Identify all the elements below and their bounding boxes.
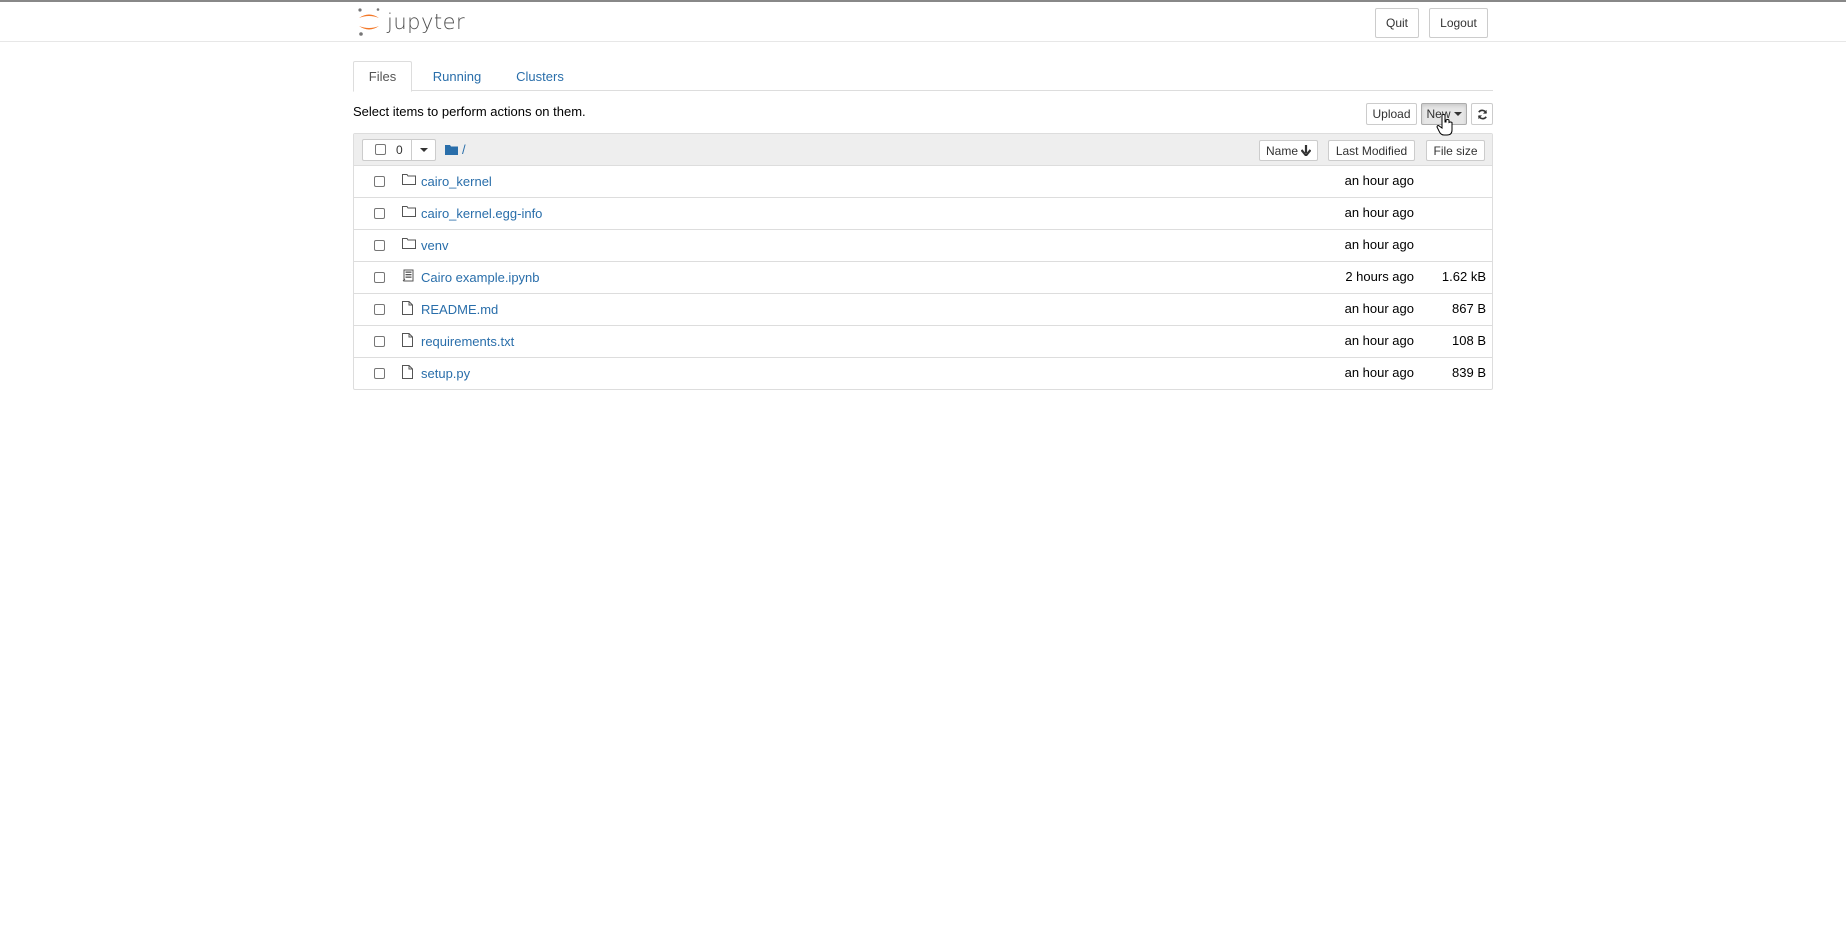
notebook-icon — [402, 269, 416, 283]
tab-clusters[interactable]: Clusters — [502, 61, 578, 91]
last-modified: an hour ago — [1344, 333, 1414, 348]
file-icon — [402, 365, 416, 379]
last-modified: an hour ago — [1344, 173, 1414, 188]
logout-button[interactable]: Logout — [1429, 8, 1488, 38]
sort-name-label: Name — [1265, 143, 1298, 158]
breadcrumb-root[interactable]: / — [462, 142, 466, 157]
file-row[interactable]: Cairo example.ipynb 2 hours ago 1.62 kB — [354, 262, 1492, 294]
caret-down-icon — [1453, 112, 1462, 116]
new-dropdown-button[interactable]: New — [1421, 103, 1467, 125]
file-size: 1.62 kB — [1441, 269, 1486, 284]
file-name-link[interactable]: README.md — [421, 302, 498, 317]
select-all-group: 0 — [362, 139, 436, 161]
file-name-link[interactable]: requirements.txt — [421, 334, 514, 349]
last-modified: an hour ago — [1344, 301, 1414, 316]
file-size: 867 B — [1452, 301, 1486, 316]
tab-bar: Files Running Clusters — [353, 61, 1493, 92]
tab-running[interactable]: Running — [419, 61, 495, 91]
caret-down-icon — [420, 148, 428, 152]
file-name-link[interactable]: cairo_kernel.egg-info — [421, 206, 542, 221]
file-row[interactable]: README.md an hour ago 867 B — [354, 294, 1492, 326]
row-checkbox[interactable] — [374, 336, 385, 347]
folder-icon — [402, 237, 416, 251]
sort-name-button[interactable]: Name — [1259, 140, 1318, 161]
last-modified: an hour ago — [1344, 365, 1414, 380]
file-row[interactable]: requirements.txt an hour ago 108 B — [354, 326, 1492, 358]
file-icon — [402, 333, 416, 347]
sort-modified-button[interactable]: Last Modified — [1328, 140, 1415, 161]
row-checkbox[interactable] — [374, 304, 385, 315]
breadcrumb[interactable]: / — [445, 142, 466, 157]
last-modified: an hour ago — [1344, 237, 1414, 252]
file-icon — [402, 301, 416, 315]
file-name-link[interactable]: venv — [421, 238, 448, 253]
file-size: 839 B — [1452, 365, 1486, 380]
row-checkbox[interactable] — [374, 368, 385, 379]
file-row[interactable]: cairo_kernel.egg-info an hour ago — [354, 198, 1492, 230]
tab-files[interactable]: Files — [353, 61, 412, 92]
quit-button[interactable]: Quit — [1375, 8, 1419, 38]
new-button-label: New — [1426, 107, 1451, 121]
file-list: 0 / Name Last Modified File size cairo_k… — [353, 133, 1493, 390]
row-checkbox[interactable] — [374, 240, 385, 251]
selected-count: 0 — [396, 143, 403, 157]
arrow-down-icon — [1301, 145, 1311, 156]
logo-text: jupyter — [387, 10, 466, 34]
row-checkbox[interactable] — [374, 208, 385, 219]
last-modified: 2 hours ago — [1345, 269, 1414, 284]
folder-icon — [402, 205, 416, 219]
select-dropdown-button[interactable] — [411, 140, 436, 160]
file-size: 108 B — [1452, 333, 1486, 348]
file-row[interactable]: setup.py an hour ago 839 B — [354, 358, 1492, 390]
refresh-icon — [1477, 109, 1487, 119]
select-all-checkbox[interactable] — [375, 144, 386, 155]
folder-icon — [445, 145, 458, 155]
file-row[interactable]: cairo_kernel an hour ago — [354, 166, 1492, 198]
top-header: jupyter Quit Logout — [0, 0, 1846, 42]
refresh-button[interactable] — [1471, 103, 1493, 125]
file-name-link[interactable]: setup.py — [421, 366, 470, 381]
folder-icon — [402, 173, 416, 187]
file-list-header: 0 / Name Last Modified File size — [354, 134, 1492, 166]
jupyter-logo[interactable]: jupyter — [357, 7, 465, 37]
file-row[interactable]: venv an hour ago — [354, 230, 1492, 262]
sort-size-button[interactable]: File size — [1426, 140, 1485, 161]
upload-button[interactable]: Upload — [1366, 103, 1417, 125]
row-checkbox[interactable] — [374, 176, 385, 187]
file-name-link[interactable]: Cairo example.ipynb — [421, 270, 540, 285]
file-name-link[interactable]: cairo_kernel — [421, 174, 492, 189]
row-checkbox[interactable] — [374, 272, 385, 283]
jupyter-logo-icon — [358, 8, 380, 36]
last-modified: an hour ago — [1344, 205, 1414, 220]
selection-hint: Select items to perform actions on them. — [353, 104, 586, 119]
